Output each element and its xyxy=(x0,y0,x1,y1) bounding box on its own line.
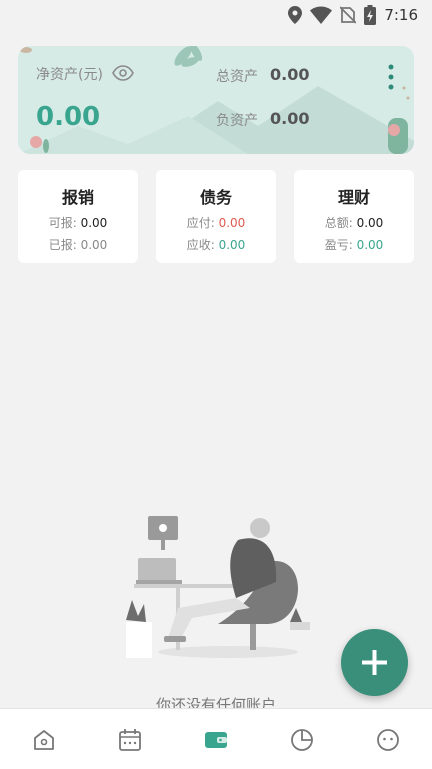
reimbursed-label: 已报: xyxy=(48,238,81,252)
total-asset-value: 0.00 xyxy=(270,65,310,84)
reimbursed-row: 已报: 0.00 xyxy=(18,236,138,253)
payable-value: 0.00 xyxy=(218,216,246,230)
net-asset-value: 0.00 xyxy=(36,102,101,132)
investment-total-label: 总额: xyxy=(324,216,357,230)
investment-total-value: 0.00 xyxy=(356,216,384,230)
profit-loss-row: 盈亏: 0.00 xyxy=(294,236,414,253)
profit-loss-label: 盈亏: xyxy=(324,238,357,252)
debt-title: 债务 xyxy=(199,188,232,207)
wifi-icon xyxy=(310,6,333,24)
asset-summary-card xyxy=(18,46,414,154)
status-time: 7:16 xyxy=(384,6,418,24)
investment-title: 理财 xyxy=(337,188,370,207)
liability-value: 0.00 xyxy=(270,109,310,128)
plant-decoration-left xyxy=(20,47,49,153)
card-background-illustration xyxy=(18,46,414,154)
reimbursable-label: 可报: xyxy=(48,216,81,230)
investment-total-row: 总额: 0.00 xyxy=(294,214,414,231)
receivable-row: 应收: 0.00 xyxy=(156,236,276,253)
pie-chart-icon[interactable] xyxy=(288,726,316,754)
profit-loss-value: 0.00 xyxy=(356,238,384,252)
total-asset-label: 总资产 xyxy=(216,69,258,85)
liability-label: 负资产 xyxy=(216,113,258,129)
more-vertical-icon[interactable] xyxy=(384,62,398,92)
home-icon[interactable] xyxy=(30,726,58,754)
leaf-decoration-top xyxy=(174,46,203,67)
add-account-button[interactable] xyxy=(341,629,408,696)
receivable-value: 0.00 xyxy=(218,238,246,252)
reimbursable-value: 0.00 xyxy=(80,216,108,230)
debt-card[interactable]: 债务 应付: 0.00 应收: 0.00 xyxy=(156,170,276,263)
payable-label: 应付: xyxy=(186,216,219,230)
reimbursement-title: 报销 xyxy=(61,188,94,207)
investment-card[interactable]: 理财 总额: 0.00 盈亏: 0.00 xyxy=(294,170,414,263)
payable-row: 应付: 0.00 xyxy=(156,214,276,231)
profile-icon[interactable] xyxy=(374,726,402,754)
no-sim-icon xyxy=(340,6,357,24)
wallet-icon[interactable] xyxy=(202,726,230,754)
plant-decoration-right xyxy=(388,86,410,154)
location-icon xyxy=(288,6,303,24)
eye-icon[interactable] xyxy=(112,64,134,82)
reimbursement-card[interactable]: 报销 可报: 0.00 已报: 0.00 xyxy=(18,170,138,263)
bottom-navigation xyxy=(0,708,432,769)
plus-icon xyxy=(362,650,387,675)
battery-charging-icon xyxy=(364,5,377,25)
status-bar: 7:16 xyxy=(0,0,432,30)
net-asset-label: 净资产(元) xyxy=(36,67,103,83)
reimbursed-value: 0.00 xyxy=(80,238,108,252)
status-icons: 7:16 xyxy=(288,4,418,26)
calendar-icon[interactable] xyxy=(116,726,144,754)
empty-state-illustration xyxy=(126,516,310,658)
reimbursable-row: 可报: 0.00 xyxy=(18,214,138,231)
receivable-label: 应收: xyxy=(186,238,219,252)
